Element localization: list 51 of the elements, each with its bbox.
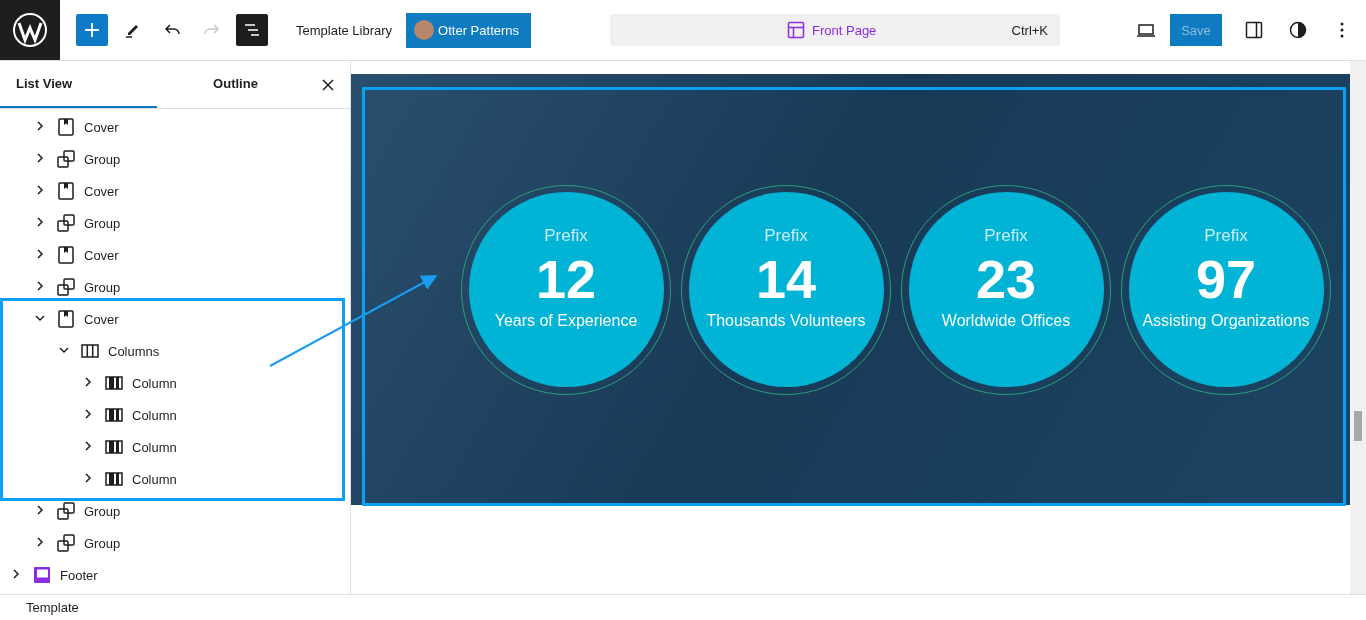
tree-item-label[interactable]: Cover bbox=[84, 247, 119, 263]
group-block-icon bbox=[54, 147, 78, 171]
stat-number: 23 bbox=[975, 248, 1037, 310]
stat-number: 12 bbox=[535, 248, 597, 310]
tree-item-label[interactable]: Columns bbox=[108, 343, 160, 359]
add-block-button[interactable] bbox=[76, 14, 108, 46]
tree-item-label[interactable]: Footer bbox=[60, 567, 98, 583]
layout-icon bbox=[786, 20, 807, 40]
breadcrumb[interactable]: Template bbox=[26, 600, 79, 615]
list-view-button[interactable] bbox=[236, 14, 268, 46]
logo-icon bbox=[12, 12, 48, 48]
tree-item-label[interactable]: Group bbox=[84, 151, 121, 167]
group-block-icon bbox=[54, 531, 78, 555]
stat-prefix: Prefix bbox=[1204, 226, 1248, 246]
page-title: Front Page bbox=[812, 22, 877, 38]
group-block-icon bbox=[54, 211, 78, 235]
tree-item-label[interactable]: Group bbox=[84, 279, 121, 295]
stat-label: Thousands Volunteers bbox=[706, 312, 866, 330]
stat-number: 97 bbox=[1195, 248, 1257, 310]
keyboard-shortcut: Ctrl+K bbox=[1011, 22, 1049, 38]
stat-label: Worldwide Offices bbox=[941, 312, 1071, 330]
tree-item-label[interactable]: Group bbox=[84, 215, 121, 231]
stat-label: Years of Experience bbox=[494, 312, 638, 330]
stat-prefix: Prefix bbox=[984, 226, 1028, 246]
panel-tab[interactable]: List View bbox=[0, 61, 157, 108]
tree-item-label[interactable]: Column bbox=[132, 439, 177, 455]
scrollbar[interactable] bbox=[1350, 61, 1366, 594]
group-block-icon bbox=[54, 499, 78, 523]
tree-item-label[interactable]: Column bbox=[132, 471, 177, 487]
stat-prefix: Prefix bbox=[764, 226, 808, 246]
panel-tab[interactable]: Outline bbox=[157, 61, 314, 108]
group-block-icon bbox=[54, 275, 78, 299]
stat-label: Assisting Organizations bbox=[1142, 312, 1310, 330]
tree-item-label[interactable]: Column bbox=[132, 407, 177, 423]
avatar-icon bbox=[414, 20, 435, 40]
tree-item-label[interactable]: Cover bbox=[84, 311, 119, 327]
stat-prefix: Prefix bbox=[544, 226, 588, 246]
otter-patterns-button[interactable]: Otter Patterns bbox=[406, 12, 532, 48]
sidebar-icon bbox=[1244, 20, 1264, 40]
tree-item-label[interactable]: Group bbox=[84, 535, 121, 551]
tree-item-label[interactable]: Cover bbox=[84, 119, 119, 135]
tree-item-label[interactable]: Group bbox=[84, 503, 121, 519]
command-bar[interactable]: Front Page Ctrl+K bbox=[610, 14, 1061, 46]
tree-item-label[interactable]: Column bbox=[132, 375, 177, 391]
site-logo[interactable] bbox=[0, 0, 60, 60]
plus-icon bbox=[83, 21, 101, 39]
tree-item-label[interactable]: Cover bbox=[84, 183, 119, 199]
stat-number: 14 bbox=[755, 248, 817, 310]
more-icon bbox=[1340, 22, 1344, 38]
template-library-button[interactable]: Template Library bbox=[288, 14, 401, 46]
contrast-icon bbox=[1288, 20, 1308, 40]
